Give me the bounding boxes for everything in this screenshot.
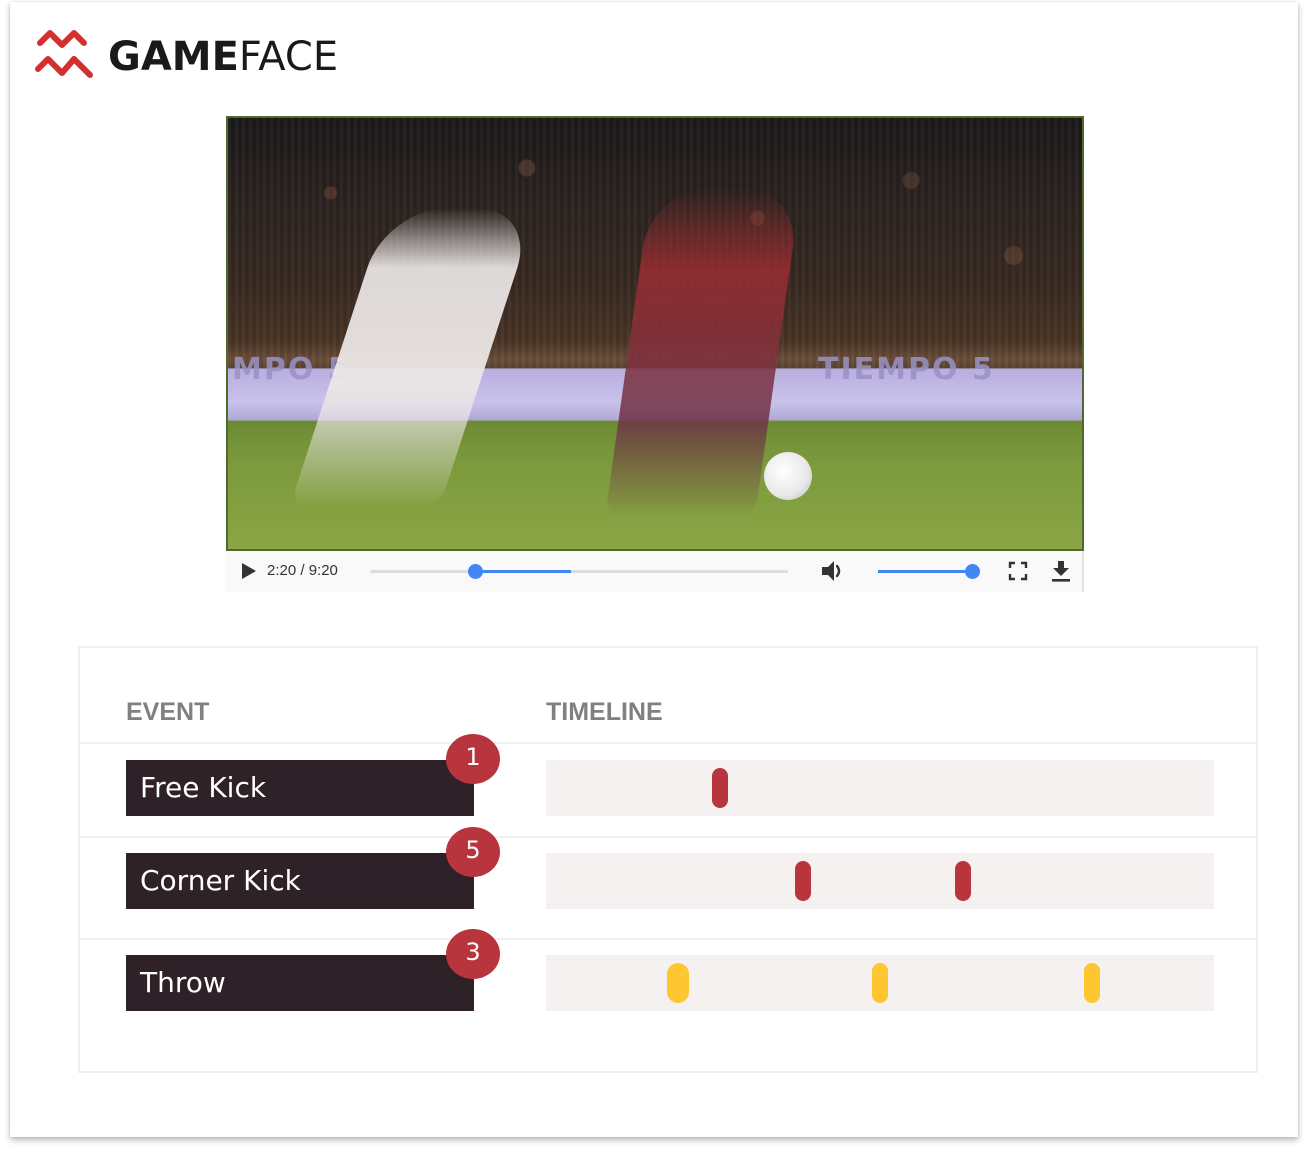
event-count-badge: 1 [446, 734, 500, 784]
volume-level [878, 570, 972, 573]
event-label[interactable]: Corner Kick [126, 853, 474, 909]
event-row: Free Kick 1 [80, 734, 1256, 836]
seek-bar[interactable] [370, 564, 788, 579]
seek-bar-thumb[interactable] [467, 564, 483, 579]
volume-slider[interactable] [878, 564, 980, 579]
event-label[interactable]: Throw [126, 955, 474, 1011]
page: GAMEFACE MPO 5 TIEMPO 5 2:20 / 9:20 EVEN… [10, 2, 1298, 1137]
event-row: Throw 3 [80, 929, 1256, 1071]
ad-banner-right: TIEMPO 5 [818, 352, 995, 387]
event-label[interactable]: Free Kick [126, 760, 474, 816]
video-frame[interactable]: MPO 5 TIEMPO 5 [226, 116, 1084, 551]
column-header-timeline: TIMELINE [546, 698, 663, 726]
download-icon[interactable] [1050, 559, 1072, 583]
brand-name-light: FACE [238, 34, 339, 80]
timeline-event-marker[interactable] [667, 963, 690, 1003]
event-count-badge: 5 [446, 827, 500, 877]
play-icon[interactable] [238, 561, 258, 581]
column-header-event: EVENT [126, 698, 210, 726]
zigzag-chart-icon [35, 30, 93, 78]
fullscreen-icon[interactable] [1008, 561, 1028, 581]
timeline-event-marker[interactable] [794, 861, 811, 901]
football [764, 452, 812, 500]
video-controls: 2:20 / 9:20 [226, 551, 1084, 592]
time-display: 2:20 / 9:20 [267, 562, 338, 579]
seek-bar-played [474, 570, 571, 573]
event-timeline-track[interactable] [546, 955, 1214, 1011]
volume-icon[interactable] [820, 559, 846, 583]
event-timeline-track[interactable] [546, 760, 1214, 816]
timeline-event-marker[interactable] [1084, 963, 1101, 1003]
brand-name: GAMEFACE [108, 37, 338, 77]
timeline-event-marker[interactable] [954, 861, 971, 901]
brand-name-bold: GAME [108, 34, 239, 80]
gameface-logo[interactable]: GAMEFACE [34, 28, 338, 86]
video-player[interactable]: MPO 5 TIEMPO 5 2:20 / 9:20 [226, 116, 1084, 592]
event-row: Corner Kick 5 [80, 827, 1256, 938]
volume-thumb[interactable] [965, 564, 980, 579]
timeline-event-marker[interactable] [872, 963, 888, 1003]
event-timeline-track[interactable] [546, 853, 1214, 909]
events-panel: EVENT TIMELINE Free Kick 1 Corner Kick 5… [78, 646, 1258, 1073]
timeline-event-marker[interactable] [711, 768, 728, 808]
event-count-badge: 3 [446, 929, 500, 979]
